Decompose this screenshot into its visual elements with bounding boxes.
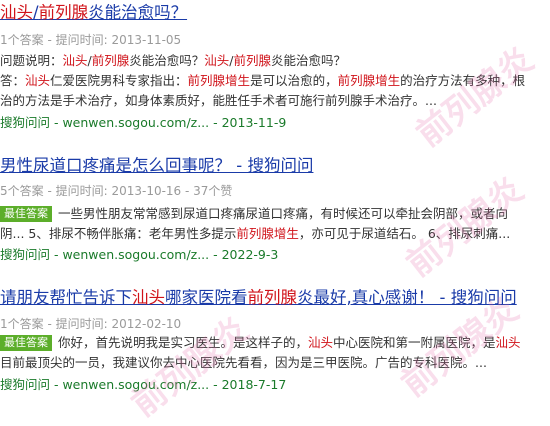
result-2-meta: 5个答案 - 提问时间: 2013-10-16 - 37个赞 — [0, 184, 233, 198]
result-3-source-url: 搜狗问问 - wenwen.sogou.com/z... — [0, 377, 210, 392]
result-3-title-link[interactable]: 请朋友帮忙告诉下汕头哪家医院看前列腺炎最好,真心感谢！ - 搜狗问问 — [0, 287, 517, 308]
result-1-answer-line-1: 答：汕头仁爱医院男科专家指出：前列腺增生是可以治愈的，前列腺增生的治疗方法有多种… — [0, 71, 550, 91]
highlighted-keyword: 汕头 — [25, 73, 51, 88]
highlighted-keyword: 前列腺增生 — [187, 73, 251, 88]
highlighted-keyword: 前列腺 — [91, 53, 130, 68]
text-segment: 请朋友帮忙告诉下 — [0, 288, 132, 307]
result-3-answer-text-1: 你好，首先说明我是实习医生。是这样子的，汕头中心医院和第一附属医院，是汕头 — [58, 335, 521, 350]
result-2-answer-text-1: 一些男性朋友常常感到尿道口疼痛尿道口疼痛，有时候还可以牵扯会阴部，或者向 — [58, 206, 508, 221]
result-3-answer-line-2: 目前最顶尖的一员，我建议你去中心医院先看看，因为是三甲医院。广告的专科医院。..… — [0, 353, 550, 373]
highlighted-keyword: 汕头 — [132, 288, 165, 307]
text-segment: 是可以治愈的， — [250, 73, 338, 88]
best-answer-badge: 最佳答案 — [0, 335, 52, 351]
result-3-answer-line-1: 最佳答案 你好，首先说明我是实习医生。是这样子的，汕头中心医院和第一附属医院，是汕… — [0, 333, 550, 353]
highlighted-keyword: 汕头 — [0, 3, 33, 22]
text-segment: 炎能治愈吗？ — [271, 53, 347, 68]
result-2-source[interactable]: 搜狗问问 - wenwen.sogou.com/z... - 2022-9-3 — [0, 245, 278, 265]
result-3-meta: 1个答案 - 提问时间: 2012-02-10 — [0, 317, 182, 331]
highlighted-keyword: 前列腺增生 — [236, 226, 299, 241]
text-segment: 仁爱医院男科专家指出： — [50, 73, 188, 88]
text-segment: 你好，首先说明我是实习医生。是这样子的， — [58, 335, 309, 350]
text-segment: 炎最好,真心感谢！ - 搜狗问问 — [297, 288, 517, 307]
result-2-source-url: 搜狗问问 - wenwen.sogou.com/z... — [0, 247, 210, 262]
highlighted-keyword: 前列腺 — [247, 288, 298, 307]
result-2-source-date: - 2022-9-3 — [213, 247, 279, 262]
highlighted-keyword: 前列腺 — [38, 3, 89, 22]
result-1-answer-text-1: 汕头仁爱医院男科专家指出：前列腺增生是可以治愈的，前列腺增生的治疗方法有多种，根 — [25, 73, 525, 88]
answer-label: 答： — [0, 73, 26, 88]
text-segment: 哪家医院看 — [165, 288, 248, 307]
text-segment: 治的方法是手术治疗，如身体素质好，能胜任手术者可施行前列腺手术治疗。... — [0, 93, 437, 108]
result-1-meta: 1个答案 - 提问时间: 2013-11-05 — [0, 33, 182, 47]
result-1-answer-line-2: 治的方法是手术治疗，如身体素质好，能胜任手术者可施行前列腺手术治疗。... — [0, 91, 550, 111]
result-1-source-date: - 2013-11-9 — [213, 115, 287, 130]
text-segment: 炎能治愈吗？ — [129, 53, 205, 68]
text-segment: 一些男性朋友常常感到尿道口疼痛尿道口疼痛，有时候还可以牵扯会阴部，或者向 — [58, 206, 509, 221]
result-2-answer-line-2: 阴... 5、排尿不畅伴胀痛：老年男性多提示前列腺增生，亦可见于尿道结石。 6、… — [0, 224, 550, 244]
text-segment: 中心医院和第一附属医院，是 — [333, 335, 496, 350]
question-label: 问题说明： — [0, 53, 63, 68]
result-1-question-text: 汕头/前列腺炎能治愈吗？汕头/前列腺炎能治愈吗？ — [63, 53, 347, 68]
text-segment: 的治疗方法有多种，根 — [400, 73, 526, 88]
result-1-question: 问题说明：汕头/前列腺炎能治愈吗？汕头/前列腺炎能治愈吗？ — [0, 51, 346, 71]
result-2-title-link[interactable]: 男性尿道口疼痛是怎么回事呢？ - 搜狗问问 — [0, 155, 313, 176]
highlighted-keyword: 汕头 — [308, 335, 334, 350]
result-1-source-url: 搜狗问问 - wenwen.sogou.com/z... — [0, 115, 210, 130]
result-3-source[interactable]: 搜狗问问 - wenwen.sogou.com/z... - 2018-7-17 — [0, 375, 286, 395]
result-3-source-date: - 2018-7-17 — [213, 377, 287, 392]
highlighted-keyword: 汕头 — [495, 335, 521, 350]
text-segment: 阴... 5、排尿不畅伴胀痛：老年男性多提示 — [0, 226, 237, 241]
text-segment: 男性尿道口疼痛是怎么回事呢？ - 搜狗问问 — [0, 156, 314, 175]
highlighted-keyword: 汕头 — [62, 53, 88, 68]
text-segment: ，亦可见于尿道结石。 6、排尿刺痛... — [298, 226, 511, 241]
result-2-answer-line-1: 最佳答案 一些男性朋友常常感到尿道口疼痛尿道口疼痛，有时候还可以牵扯会阴部，或者向 — [0, 204, 550, 224]
highlighted-keyword: 前列腺增生 — [337, 73, 401, 88]
text-segment: 炎能治愈吗？ — [88, 3, 188, 22]
result-1-title-link[interactable]: 汕头/前列腺炎能治愈吗？ — [0, 2, 187, 23]
highlighted-keyword: 前列腺 — [233, 53, 272, 68]
result-1-source[interactable]: 搜狗问问 - wenwen.sogou.com/z... - 2013-11-9 — [0, 113, 286, 133]
text-segment: 目前最顶尖的一员，我建议你去中心医院先看看，因为是三甲医院。广告的专科医院。..… — [0, 355, 487, 370]
highlighted-keyword: 汕头 — [204, 53, 230, 68]
best-answer-badge: 最佳答案 — [0, 206, 52, 222]
